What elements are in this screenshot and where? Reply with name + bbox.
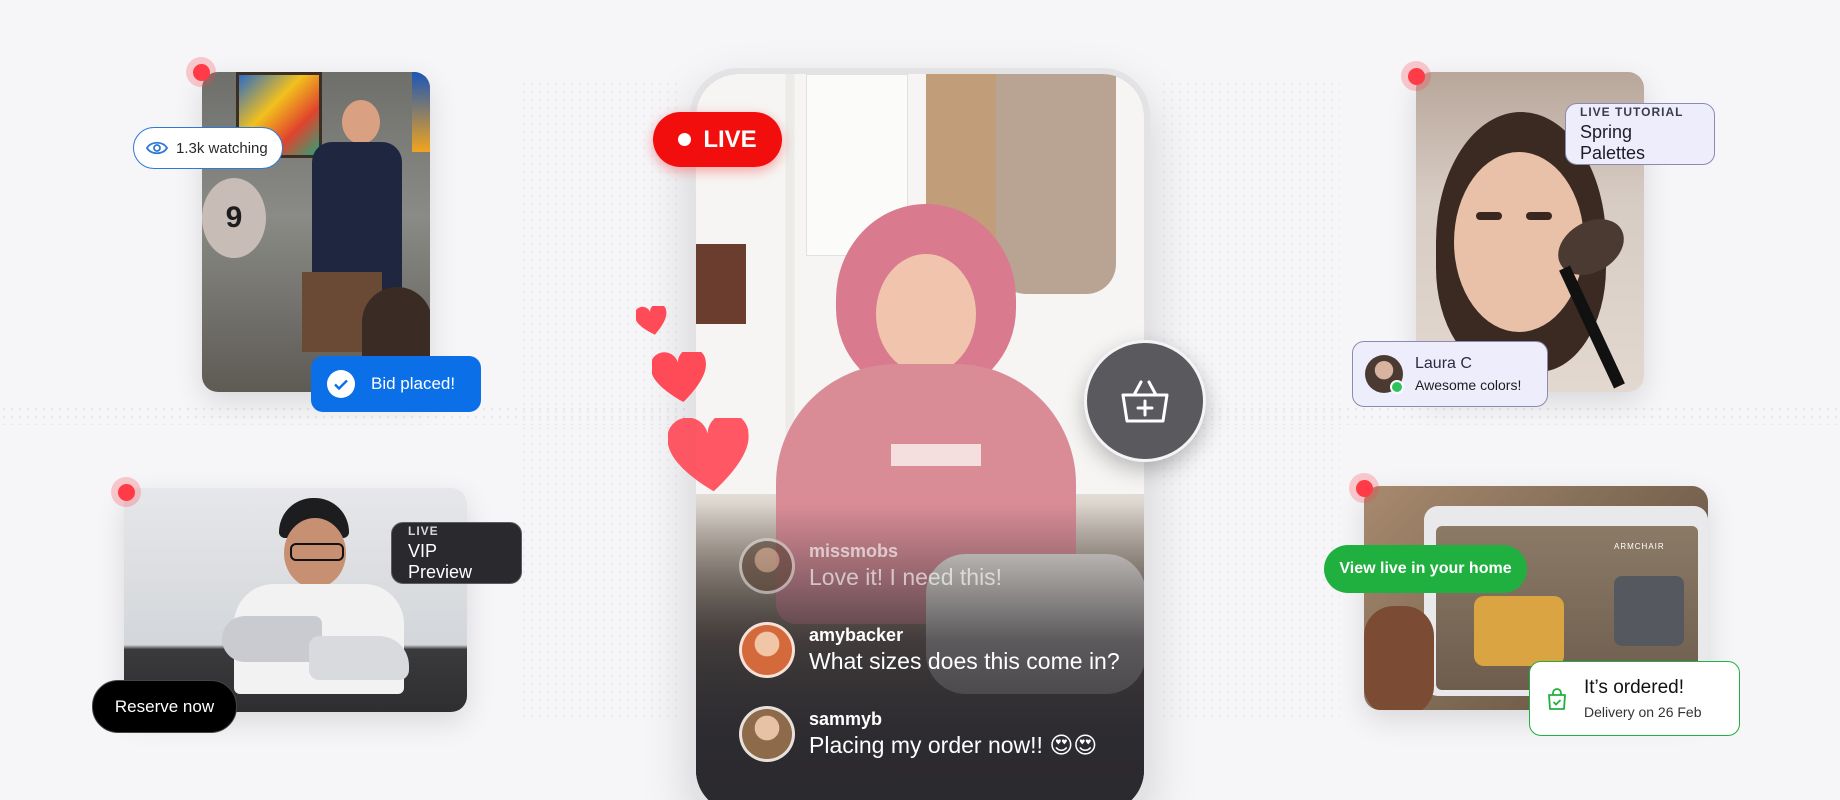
chat-text: Love it! I need this! <box>809 564 1003 590</box>
heart-icon <box>636 306 667 335</box>
armchair-screen-label: ARMCHAIR <box>1614 542 1665 551</box>
live-tutorial-badge: LIVE TUTORIAL Spring Palettes <box>1565 103 1715 165</box>
phone-frame: missmobs Love it! I need this! amybacker… <box>690 68 1150 800</box>
reserve-now-label: Reserve now <box>114 696 215 716</box>
recording-indicator <box>186 57 216 87</box>
chat-message: sammyb Placing my order now!! 😍😍 <box>739 706 1097 762</box>
comment-text: Awesome colors! <box>1415 377 1522 393</box>
bid-placed-label: Bid placed! <box>371 374 456 393</box>
shopping-bag-check-icon <box>1548 687 1566 710</box>
reserve-now-button[interactable]: Reserve now <box>92 680 237 733</box>
heart-icon <box>668 418 749 492</box>
live-stream-screen[interactable]: missmobs Love it! I need this! amybacker… <box>696 74 1144 800</box>
live-badge: LIVE <box>653 112 782 167</box>
avatar <box>1365 355 1404 394</box>
bid-placed-button[interactable]: Bid placed! <box>311 356 481 412</box>
heart-icon <box>652 352 706 403</box>
vip-preview-badge: LIVE VIP Preview <box>391 522 522 584</box>
live-stream-photo <box>696 74 1144 800</box>
add-to-cart-button[interactable] <box>1084 340 1206 462</box>
chat-message: missmobs Love it! I need this! <box>739 538 1002 594</box>
watching-count: 1.3k watching <box>176 139 268 157</box>
stage: 9 1.3k watching Bid placed! LIVE VIP Pre… <box>0 0 1840 800</box>
chat-text: Placing my order now!! 😍😍 <box>809 732 1098 758</box>
chat-text: What sizes does this come in? <box>809 648 1120 674</box>
paddle-number: 9 <box>225 201 243 234</box>
chat-message: amybacker What sizes does this come in? <box>739 622 1120 678</box>
order-confirmation-card: It’s ordered! Delivery on 26 Feb <box>1529 661 1740 736</box>
order-subtitle: Delivery on 26 Feb <box>1584 704 1702 720</box>
eye-icon <box>146 141 168 155</box>
chat-username: amybacker <box>809 625 904 645</box>
view-live-label: View live in your home <box>1339 560 1512 577</box>
recording-indicator <box>1349 473 1379 503</box>
basket-plus-icon <box>1121 380 1169 423</box>
live-dot-icon <box>678 133 692 146</box>
live-label: LIVE <box>703 125 757 153</box>
viewer-comment-card: Laura C Awesome colors! <box>1352 341 1548 407</box>
comment-author: Laura C <box>1415 355 1472 372</box>
watching-badge: 1.3k watching <box>133 127 283 169</box>
chat-username: sammyb <box>809 709 883 729</box>
recording-indicator <box>1401 61 1431 91</box>
recording-indicator <box>111 477 141 507</box>
vip-badge-kicker: LIVE <box>408 523 439 538</box>
chat-username: missmobs <box>809 541 899 561</box>
vip-badge-title: VIP Preview <box>408 540 473 582</box>
avatar <box>739 538 795 594</box>
avatar <box>739 706 795 762</box>
check-icon <box>327 370 355 398</box>
avatar <box>739 622 795 678</box>
tutorial-badge-kicker: LIVE TUTORIAL <box>1580 104 1684 119</box>
tutorial-badge-title: Spring Palettes <box>1580 121 1646 163</box>
view-live-in-home-button[interactable]: View live in your home <box>1324 545 1527 593</box>
online-status-icon <box>1390 380 1404 394</box>
order-title: It’s ordered! <box>1584 677 1684 698</box>
bid-paddle: 9 <box>202 178 266 258</box>
